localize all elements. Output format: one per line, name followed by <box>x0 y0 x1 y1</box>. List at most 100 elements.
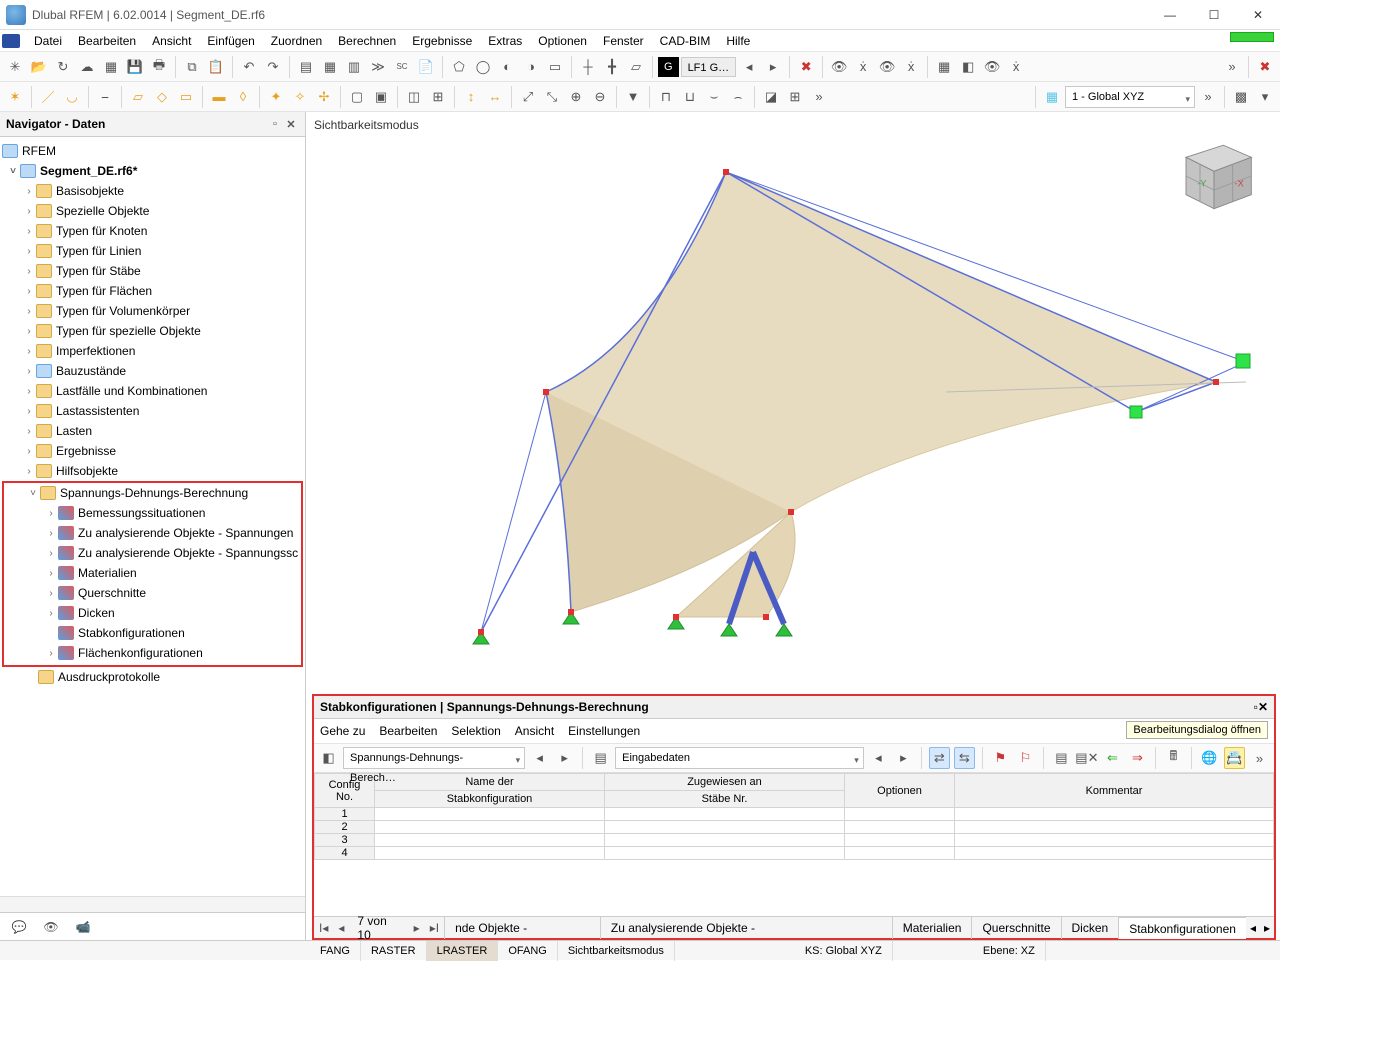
tb2-more-icon[interactable]: » <box>808 86 830 108</box>
tree-item-12[interactable]: ›Lasten <box>0 421 305 441</box>
mesh-icon[interactable]: ⊞ <box>784 86 806 108</box>
color-icon[interactable]: ◧ <box>957 56 979 78</box>
script-icon[interactable]: SC <box>391 56 413 78</box>
ptb-calc-icon[interactable]: 🖩 <box>1163 747 1184 769</box>
tree-item-14[interactable]: ›Hilfsobjekte <box>0 461 305 481</box>
chat-icon[interactable]: 💬 <box>8 917 30 937</box>
tree-item-7[interactable]: ›Typen für spezielle Objekte <box>0 321 305 341</box>
status-fang[interactable]: FANG <box>310 941 361 961</box>
panel-icon[interactable]: ▥ <box>343 56 365 78</box>
ptb-cube-icon[interactable]: ◧ <box>318 747 339 769</box>
tab-first-icon[interactable]: I◂ <box>314 921 333 935</box>
save-icon[interactable]: 💾 <box>124 56 146 78</box>
op-c-icon[interactable]: ✢ <box>313 86 335 108</box>
tree-child-3[interactable]: ›Materialien <box>4 563 301 583</box>
copy-icon[interactable]: ⧉ <box>181 56 203 78</box>
tree-item-0[interactable]: ›Basisobjekte <box>0 181 305 201</box>
op-h-icon[interactable]: ↕ <box>460 86 482 108</box>
table-row[interactable]: 2 <box>315 821 1274 834</box>
member-icon[interactable]: ⎯ <box>94 86 116 108</box>
menu-datei[interactable]: Datei <box>26 30 70 52</box>
vis-b-icon[interactable]: ẋ <box>852 56 874 78</box>
ptb-rowdel-icon[interactable]: ▤✕ <box>1076 747 1098 769</box>
workplane-icon[interactable]: ▩ <box>1230 86 1252 108</box>
pmenu-edit[interactable]: Bearbeiten <box>379 722 437 740</box>
ptb-flag2-icon[interactable]: ⚐ <box>1015 747 1036 769</box>
op-k-icon[interactable]: ⤡ <box>541 86 563 108</box>
maximize-button[interactable]: ☐ <box>1192 0 1236 30</box>
tree-child-5[interactable]: ›Dicken <box>4 603 301 623</box>
sel-d-icon[interactable]: ◑ <box>520 56 542 78</box>
menu-optionen[interactable]: Optionen <box>530 30 595 52</box>
menu-berechnen[interactable]: Berechnen <box>330 30 404 52</box>
ptb-link-a-icon[interactable]: ⇄ <box>929 747 950 769</box>
op-f-icon[interactable]: ◫ <box>403 86 425 108</box>
vis-a-icon[interactable]: 👁 <box>828 56 850 78</box>
tree-item-6[interactable]: ›Typen für Volumenkörper <box>0 301 305 321</box>
menu-ergebnisse[interactable]: Ergebnisse <box>404 30 480 52</box>
table-row[interactable]: 1 <box>315 808 1274 821</box>
op-l-icon[interactable]: ⊕ <box>565 86 587 108</box>
open-icon[interactable]: 📂 <box>28 56 50 78</box>
delete-icon[interactable]: ✖ <box>1254 56 1276 78</box>
camera-icon[interactable]: 📹 <box>72 917 94 937</box>
tab-2[interactable]: Materialien <box>892 917 972 939</box>
vis-d-icon[interactable]: ẋ <box>900 56 922 78</box>
tree-item-4[interactable]: ›Typen für Stäbe <box>0 261 305 281</box>
tree-child-6[interactable]: Stabkonfigurationen <box>4 623 301 643</box>
cloud-icon[interactable]: ☁ <box>76 56 98 78</box>
menu-fenster[interactable]: Fenster <box>595 30 652 52</box>
lc-next-icon[interactable]: ▸ <box>762 56 784 78</box>
navigator-hscroll[interactable] <box>0 896 305 912</box>
tree-child-0[interactable]: ›Bemessungssituationen <box>4 503 301 523</box>
tree-item-11[interactable]: ›Lastassistenten <box>0 401 305 421</box>
ptb-prev2-icon[interactable]: ◂ <box>868 747 889 769</box>
table-row[interactable]: 3 <box>315 834 1274 847</box>
tab-4[interactable]: Dicken <box>1061 917 1119 939</box>
sel-c-icon[interactable]: ◐ <box>496 56 518 78</box>
menu-hilfe[interactable]: Hilfe <box>718 30 758 52</box>
node-icon[interactable]: ✶ <box>4 86 26 108</box>
tree-stress-strain[interactable]: ˅Spannungs-Dehnungs-Berechnung <box>4 483 301 503</box>
sel-a-icon[interactable]: ⬠ <box>448 56 470 78</box>
tb2-more2-icon[interactable]: » <box>1197 86 1219 108</box>
edit-dialog-button[interactable]: 📇 <box>1224 747 1245 769</box>
sel-b-icon[interactable]: ◯ <box>472 56 494 78</box>
cmd-icon[interactable]: ≫ <box>367 56 389 78</box>
ptb-next2-icon[interactable]: ▸ <box>893 747 914 769</box>
menu-cadbim[interactable]: CAD-BIM <box>652 30 719 52</box>
tab-last-icon[interactable]: ▸I <box>425 921 444 935</box>
ptb-rowins-icon[interactable]: ▤ <box>1051 747 1072 769</box>
status-raster[interactable]: RASTER <box>361 941 427 961</box>
new-icon[interactable]: ✳ <box>4 56 26 78</box>
tab-prev-icon[interactable]: ◂ <box>333 921 349 935</box>
close-button[interactable]: ✕ <box>1236 0 1280 30</box>
op-b-icon[interactable]: ✧ <box>289 86 311 108</box>
tab-scroll-left-icon[interactable]: ◂ <box>1246 921 1260 935</box>
ptb-prev-icon[interactable]: ◂ <box>529 747 550 769</box>
nav-icon[interactable]: ▤ <box>295 56 317 78</box>
vis-c-icon[interactable]: 👁 <box>876 56 898 78</box>
ptb-data-icon[interactable]: ▤ <box>590 747 611 769</box>
op-d-icon[interactable]: ▢ <box>346 86 368 108</box>
filter-icon[interactable]: ▼ <box>622 86 644 108</box>
status-vismode[interactable]: Sichtbarkeitsmodus <box>558 941 675 961</box>
tree-printout[interactable]: Ausdruckprotokolle <box>0 667 305 687</box>
menu-bearbeiten[interactable]: Bearbeiten <box>70 30 144 52</box>
menu-zuordnen[interactable]: Zuordnen <box>263 30 330 52</box>
navigator-pin-icon[interactable]: ▫ <box>267 116 283 132</box>
render-icon[interactable]: ▦ <box>933 56 955 78</box>
arc-icon[interactable]: ◡ <box>61 86 83 108</box>
pmenu-sel[interactable]: Selektion <box>451 722 500 740</box>
sel-e-icon[interactable]: ▭ <box>544 56 566 78</box>
prot-icon[interactable]: 📄 <box>415 56 437 78</box>
tb2-dd-icon[interactable]: ▾ <box>1254 86 1276 108</box>
panel-category-dropdown[interactable]: Spannungs-Dehnungs-Berech… <box>343 747 525 769</box>
reload-icon[interactable]: ↻ <box>52 56 74 78</box>
pmenu-goto[interactable]: Gehe zu <box>320 722 365 740</box>
undo-icon[interactable]: ↶ <box>238 56 260 78</box>
redo-icon[interactable]: ↷ <box>262 56 284 78</box>
pmenu-settings[interactable]: Einstellungen <box>568 722 640 740</box>
panel-table[interactable]: ConfigNo. Name der Zugewiesen an Optione… <box>314 773 1274 916</box>
panel-close-icon[interactable]: ✕ <box>1258 700 1268 714</box>
